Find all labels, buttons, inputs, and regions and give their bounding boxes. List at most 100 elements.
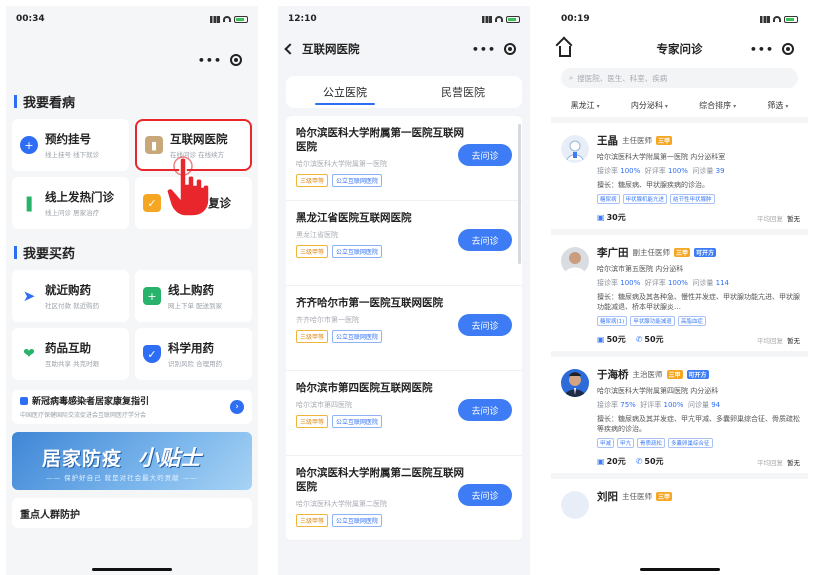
- hospital-tags: 三级甲等 公立互联网医院: [296, 174, 512, 187]
- search-icon: ⌕: [569, 73, 574, 82]
- price-row: ▣ 50元 ✆ 50元 平均回复 暂无: [597, 334, 800, 345]
- consult-button[interactable]: 去问诊: [458, 144, 512, 166]
- doctor-hospital: 哈尔滨市第五医院 内分泌科: [597, 265, 684, 273]
- disease-tag[interactable]: 甲状腺功能减退: [630, 316, 675, 326]
- doctor-title: 主任医师: [622, 492, 652, 501]
- text-consult-price[interactable]: ▣ 20元: [597, 456, 626, 467]
- close-target-icon[interactable]: [230, 54, 242, 66]
- filter-bar: 黑龙江 内分泌科 综合排序 筛选: [551, 90, 808, 117]
- buy-medicine-grid: ➤ 就近购药 社区付款 就近购药 + 线上购药 网上下单 配送到家 ❤ 药品互助 互助…: [6, 270, 258, 380]
- disease-tag[interactable]: 高脂血症: [677, 316, 706, 326]
- doctor-card[interactable]: 于海桥 主治医师 三甲 可开方 哈尔滨医科大学附属第四医院 内分泌科 接诊率 75% 好评…: [551, 351, 808, 473]
- tag-type: 公立互联网医院: [332, 514, 383, 527]
- phone-icon: ✆: [635, 335, 643, 344]
- doctor-title: 副主任医师: [632, 248, 671, 257]
- disease-tag[interactable]: 多囊卵巢综合征: [668, 438, 713, 448]
- hospital-name: 齐齐哈尔市第一医院互联网医院: [296, 297, 443, 309]
- tab-public-hospital[interactable]: 公立医院: [286, 76, 404, 108]
- tile-medicine-mutual-aid[interactable]: ❤ 药品互助 互助共享 共克时艰: [12, 328, 129, 380]
- hospital-name: 黑龙江省医院互联网医院: [296, 212, 412, 224]
- disease-tag[interactable]: 甲减: [597, 438, 615, 448]
- tile-title: 就近购药: [45, 283, 91, 297]
- wifi-icon: [495, 16, 503, 22]
- status-icons: [210, 15, 248, 23]
- close-target-icon[interactable]: [782, 43, 794, 55]
- nav-bar: 互联网医院 •••: [278, 32, 530, 66]
- section-marker: [14, 246, 17, 259]
- doctor-card[interactable]: 刘阳 主任医师 三甲: [551, 473, 808, 519]
- section-title-buy-medicine: 我要买药: [6, 239, 258, 270]
- hospital-name: 哈尔滨医科大学附属第二医院互联网医院: [296, 467, 464, 493]
- hospital-item[interactable]: 哈尔滨市第四医院互联网医院 哈尔滨市第四医院 三级甲等 公立互联网医院 去问诊: [286, 371, 522, 456]
- tile-fever-clinic[interactable]: ❚ 线上发热门诊 线上问诊 居家治疗: [12, 177, 129, 229]
- consult-button[interactable]: 去问诊: [458, 229, 512, 251]
- tag-grade: 三级甲等: [296, 174, 329, 187]
- home-icon[interactable]: [559, 45, 571, 57]
- focus-group-card[interactable]: 重点人群防护: [12, 498, 252, 528]
- avatar: [561, 369, 589, 397]
- disease-tag[interactable]: 糖尿病(1): [597, 316, 628, 326]
- tile-title: 预约挂号: [45, 132, 91, 146]
- stat-praise-rate: 100%: [663, 401, 684, 409]
- tile-appointment[interactable]: + 预约挂号 线上挂号 线下就诊: [12, 119, 129, 171]
- consult-button[interactable]: 去问诊: [458, 484, 512, 506]
- tile-title: 线上购药: [168, 283, 214, 297]
- scrollbar[interactable]: [518, 124, 521, 264]
- stat-label: 问诊量: [692, 279, 714, 287]
- tile-subtitle: 识别风险 合理用药: [168, 360, 223, 368]
- section-title-see-doctor: 我要看病: [6, 88, 258, 119]
- close-target-icon[interactable]: [504, 43, 516, 55]
- wifi-icon: [773, 16, 781, 22]
- battery-icon: [784, 15, 798, 23]
- tag-type: 公立互联网医院: [332, 245, 383, 258]
- disease-tag[interactable]: 糖尿病: [597, 194, 620, 204]
- stat-praise-rate: 100%: [667, 279, 688, 287]
- mini-program-capsule[interactable]: •••: [466, 38, 522, 60]
- more-icon[interactable]: •••: [750, 43, 774, 56]
- nav-bar: 专家问诊 •••: [551, 32, 808, 66]
- doctor-stats: 接诊率 75% 好评率 100% 问诊量 94: [597, 400, 800, 410]
- tab-private-hospital[interactable]: 民营医院: [404, 76, 522, 108]
- search-input[interactable]: ⌕ 搜医院、医生、科室、疾病: [561, 68, 798, 88]
- banner-accent: 小贴士: [138, 446, 201, 470]
- disease-tag[interactable]: 骨质疏松: [637, 438, 666, 448]
- mini-program-capsule[interactable]: •••: [192, 49, 248, 71]
- more-icon[interactable]: •••: [472, 43, 496, 56]
- battery-icon: [506, 15, 520, 23]
- hospital-item[interactable]: 哈尔滨医科大学附属第一医院互联网医院 哈尔滨医科大学附属第一医院 三级甲等 公立互联网…: [286, 116, 522, 201]
- filter-department[interactable]: 内分泌科: [631, 100, 668, 111]
- stat-label: 好评率: [644, 279, 666, 287]
- hospital-name: 哈尔滨医科大学附属第一医院互联网医院: [296, 127, 464, 153]
- disease-tag[interactable]: 甲亢: [617, 438, 635, 448]
- tile-online-pharmacy[interactable]: + 线上购药 网上下单 配送到家: [135, 270, 252, 322]
- filter-sort[interactable]: 综合排序: [699, 100, 736, 111]
- tips-banner[interactable]: 居家防疫 小贴士 —— 保护好自己 就是对社会最大的贡献 ——: [12, 432, 252, 490]
- doctor-card[interactable]: 王晶 主任医师 三甲 哈尔滨医科大学附属第一医院 内分泌科室 接诊率 100% 好评率 …: [551, 117, 808, 229]
- more-icon[interactable]: •••: [198, 54, 222, 67]
- disease-tag[interactable]: 结节性甲状腺肿: [670, 194, 715, 204]
- stat-consult-count: 114: [715, 279, 730, 287]
- hospital-item[interactable]: 哈尔滨医科大学附属第二医院互联网医院 哈尔滨医科大学附属第二医院 三级甲等 公立互联网…: [286, 456, 522, 541]
- tag-grade: 三级甲等: [296, 514, 329, 527]
- news-card[interactable]: 新冠病毒感染者居家康复指引 中国医疗保健国际交流促进会互联网医疗学分会 ›: [12, 390, 252, 424]
- back-icon[interactable]: [284, 43, 296, 55]
- filter-more[interactable]: 筛选: [767, 100, 788, 111]
- disease-tag[interactable]: 甲状腺机能亢进: [622, 194, 668, 204]
- consult-button[interactable]: 去问诊: [458, 314, 512, 336]
- see-doctor-grid: + 预约挂号 线上挂号 线下就诊 ▮ 互联网医院 在线问诊 在线续方 ❚ 线上发热门…: [6, 119, 258, 229]
- arrow-right-icon[interactable]: ›: [230, 400, 244, 414]
- filter-region[interactable]: 黑龙江: [571, 100, 600, 111]
- hospital-item[interactable]: 齐齐哈尔市第一医院互联网医院 齐齐哈尔市第一医院 三级甲等 公立互联网医院 去问诊: [286, 286, 522, 371]
- hospital-item[interactable]: 黑龙江省医院互联网医院 黑龙江省医院 三级甲等 公立互联网医院 去问诊: [286, 201, 522, 286]
- tile-scientific-medication[interactable]: ✓ 科学用药 识别风险 合理用药: [135, 328, 252, 380]
- tile-nearby-pharmacy[interactable]: ➤ 就近购药 社区付款 就近购药: [12, 270, 129, 322]
- phone-consult-price[interactable]: ✆ 50元: [636, 456, 664, 467]
- doctor-card[interactable]: 李广田 副主任医师 三甲 可开方 哈尔滨市第五医院 内分泌科 接诊率 100% 好评率 1…: [551, 229, 808, 351]
- consult-button[interactable]: 去问诊: [458, 399, 512, 421]
- stat-consult-count: 39: [715, 167, 725, 175]
- text-consult-price[interactable]: ▣ 50元: [597, 334, 626, 345]
- mini-program-capsule[interactable]: •••: [744, 38, 800, 60]
- text-consult-price[interactable]: ▣ 30元: [597, 212, 626, 223]
- disease-tags: 糖尿病(1) 甲状腺功能减退 高脂血症: [597, 316, 800, 326]
- phone-consult-price[interactable]: ✆ 50元: [636, 334, 664, 345]
